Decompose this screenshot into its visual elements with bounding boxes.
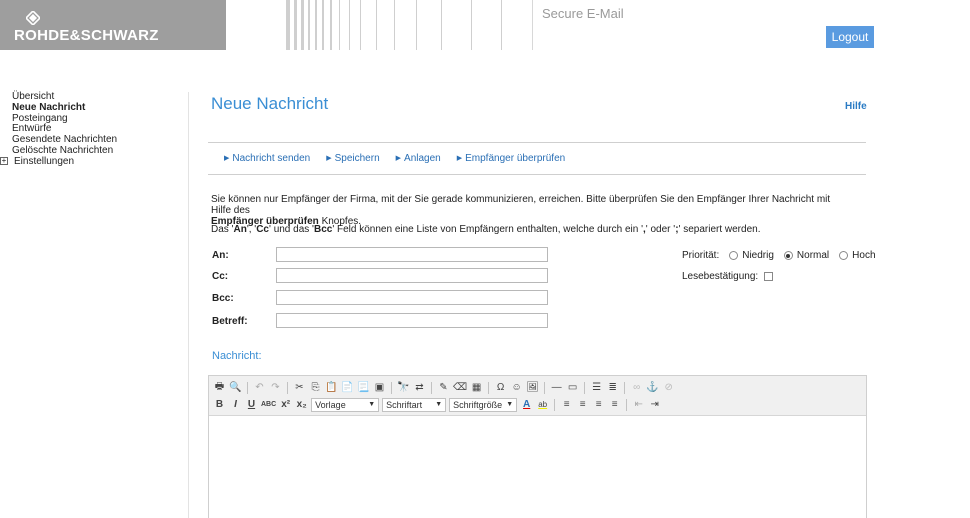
editor-toolbar: 🖶 🔍 ↶ ↷ ✂ ⎘ 📋 📄 📃 ▣ 🔭 ⇄ ✎ ⌫ ▦ Ω ☺ 🖼 — ▭ … [209,376,866,416]
smiley-icon[interactable]: ☺ [510,381,523,394]
priority-label: Priorität: [682,250,720,261]
field-icon[interactable]: ▭ [566,381,579,394]
print-icon[interactable]: 🖶 [213,381,226,394]
check-recipients-button[interactable]: ▶ Empfänger überprüfen [457,153,565,164]
priority-group: Priorität: Niedrig Normal Hoch [682,250,876,261]
replace-icon[interactable]: ⇄ [413,381,426,394]
app-title: Secure E-Mail [542,6,624,21]
undo-icon[interactable]: ↶ [253,381,266,394]
chevron-down-icon: ▼ [368,401,376,408]
font-size-select[interactable]: Schriftgröße ▼ [449,397,518,412]
underline-button[interactable]: U [245,398,258,411]
attachments-button[interactable]: ▶ Anlagen [396,153,441,164]
anchor-icon[interactable]: ⚓ [646,381,659,394]
priority-low-label: Niedrig [742,250,774,261]
arrow-right-icon: ▶ [326,155,332,162]
find-icon[interactable]: 🔭 [397,381,410,394]
to-label: An: [212,250,229,261]
special-char-icon[interactable]: Ω [494,381,507,394]
to-field[interactable] [276,247,548,262]
sidebar-item-settings[interactable]: + Einstellungen [0,155,182,168]
paste-word-icon[interactable]: 📃 [357,381,370,394]
action-bar: ▶ Nachricht senden ▶ Speichern ▶ Anlagen ▶ E… [224,153,565,164]
align-left-icon[interactable]: ≡ [560,398,573,411]
superscript-button[interactable]: x² [279,398,292,411]
italic-button[interactable]: I [229,398,242,411]
save-button[interactable]: ▶ Speichern [326,153,379,164]
link-icon[interactable]: ∞ [630,381,643,394]
priority-high-label: Hoch [852,250,876,261]
bcc-field[interactable] [276,290,548,305]
subject-field[interactable] [276,313,548,328]
text-color-icon[interactable]: A [520,398,533,411]
paste-icon[interactable]: 📋 [325,381,338,394]
send-message-button[interactable]: ▶ Nachricht senden [224,153,310,164]
brand-name: ROHDE&SCHWARZ [14,27,159,44]
page-title: Neue Nachricht [211,94,329,113]
sidebar-nav: Übersicht Neue Nachricht Posteingang Ent… [0,91,182,168]
cc-label: Cc: [212,271,229,282]
priority-high-radio[interactable] [839,251,849,260]
message-label: Nachricht: [212,350,262,362]
message-body-editor[interactable] [209,416,866,518]
brand-bar: ROHDE&SCHWARZ [0,0,226,50]
arrow-right-icon: ▶ [395,155,402,162]
divider [208,142,866,143]
font-select[interactable]: Schriftart ▼ [382,397,447,412]
style-select[interactable]: Vorlage ▼ [311,397,380,412]
align-right-icon[interactable]: ≡ [592,398,605,411]
separator-info-text: Das 'An', 'Cc' und das 'Bcc' Feld können… [211,224,761,235]
rich-text-editor: 🖶 🔍 ↶ ↷ ✂ ⎘ 📋 📄 📃 ▣ 🔭 ⇄ ✎ ⌫ ▦ Ω ☺ 🖼 — ▭ … [208,375,867,518]
priority-normal-label: Normal [796,250,830,261]
paste-text-icon[interactable]: 📄 [341,381,354,394]
numbered-list-icon[interactable]: ≣ [606,381,619,394]
subscript-button[interactable]: x₂ [295,398,308,411]
arrow-right-icon: ▶ [224,155,230,162]
expand-icon[interactable]: + [0,157,8,166]
eraser-icon[interactable]: ⌫ [453,381,467,394]
bullet-list-icon[interactable]: ☰ [590,381,603,394]
logout-button[interactable]: Logout [826,26,874,48]
outdent-icon[interactable]: ⇤ [632,398,645,411]
read-receipt-checkbox[interactable] [764,272,774,281]
recipient-info-text: Sie können nur Empfänger der Firma, mit … [211,194,831,227]
bcc-label: Bcc: [212,293,234,304]
justify-icon[interactable]: ≡ [608,398,621,411]
image-icon[interactable]: 🖼 [526,381,539,394]
header-divider [532,0,533,50]
arrow-right-icon: ▶ [456,155,463,162]
cc-field[interactable] [276,268,548,283]
table-icon[interactable]: ▦ [470,381,483,394]
select-all-icon[interactable]: ▣ [373,381,386,394]
sidebar-item-label: Einstellungen [14,155,75,167]
preview-icon[interactable]: 🔍 [229,381,242,394]
chevron-down-icon: ▼ [506,401,514,408]
align-center-icon[interactable]: ≡ [576,398,589,411]
unlink-icon[interactable]: ⊘ [662,381,675,394]
priority-low-radio[interactable] [729,251,739,260]
priority-normal-radio[interactable] [783,251,793,260]
sidebar-divider [188,92,189,518]
indent-icon[interactable]: ⇥ [648,398,661,411]
chevron-down-icon: ▼ [435,401,443,408]
header: ROHDE&SCHWARZ Secure E-Mail Logout [0,0,970,60]
cut-icon[interactable]: ✂ [293,381,306,394]
bold-button[interactable]: B [213,398,226,411]
horizontal-rule-icon[interactable]: — [550,381,563,394]
format-brush-icon[interactable]: ✎ [437,381,450,394]
subject-label: Betreff: [212,316,248,327]
header-stripes [226,0,526,50]
highlight-color-icon[interactable]: ab [536,398,549,411]
divider [208,174,866,175]
read-receipt-label: Lesebestätigung: [682,271,759,282]
redo-icon[interactable]: ↷ [269,381,282,394]
brand-logo-icon [26,11,40,25]
help-link[interactable]: Hilfe [845,101,867,112]
sidebar-item-new-message[interactable]: Neue Nachricht [12,102,182,114]
strikethrough-button[interactable]: ABC [261,398,276,411]
copy-icon[interactable]: ⎘ [309,381,322,394]
read-receipt-group: Lesebestätigung: [682,271,774,282]
